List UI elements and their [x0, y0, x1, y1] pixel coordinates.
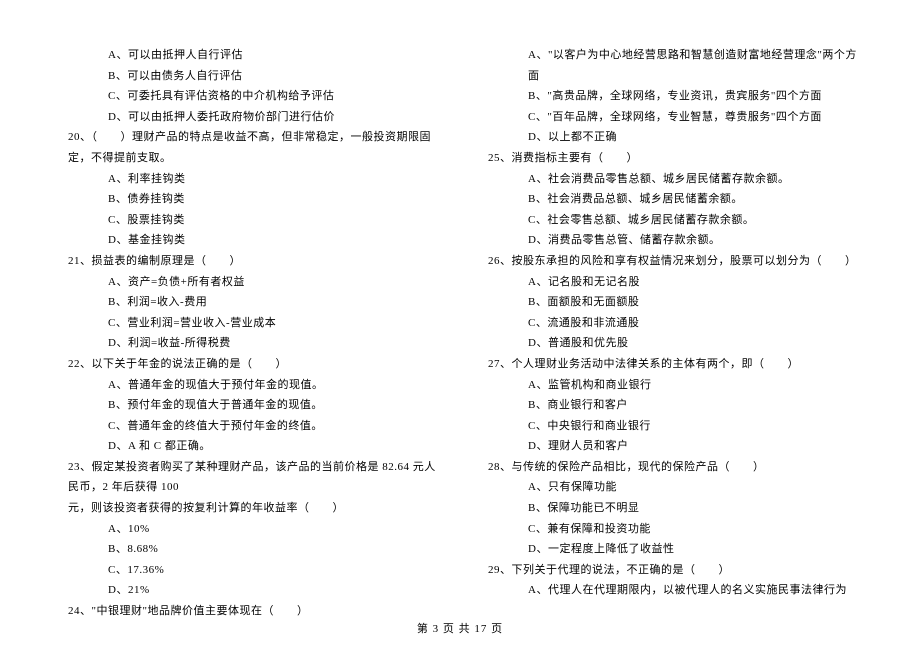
option-line: D、普通股和优先股 — [480, 333, 860, 354]
option-line: D、基金挂钩类 — [60, 230, 440, 251]
option-line: C、"百年品牌，全球网络，专业智慧，尊贵服务"四个方面 — [480, 107, 860, 128]
question-line: 21、损益表的编制原理是（ ） — [60, 251, 440, 272]
option-line: A、资产=负债+所有者权益 — [60, 272, 440, 293]
option-line: B、社会消费品总额、城乡居民储蓄余额。 — [480, 189, 860, 210]
option-line: A、监管机构和商业银行 — [480, 375, 860, 396]
option-line: B、预付年金的现值大于普通年金的现值。 — [60, 395, 440, 416]
option-line: A、"以客户为中心地经营思路和智慧创造财富地经营理念"两个方面 — [480, 45, 860, 86]
question-line: 24、"中银理财"地品牌价值主要体现在（ ） — [60, 601, 440, 622]
question-line: 22、以下关于年金的说法正确的是（ ） — [60, 354, 440, 375]
option-line: A、可以由抵押人自行评估 — [60, 45, 440, 66]
left-column: A、可以由抵押人自行评估B、可以由债务人自行评估C、可委托具有评估资格的中介机构… — [60, 45, 440, 615]
question-line: 26、按股东承担的风险和享有权益情况来划分，股票可以划分为（ ） — [480, 251, 860, 272]
option-line: C、股票挂钩类 — [60, 210, 440, 231]
option-line: B、8.68% — [60, 539, 440, 560]
option-line: B、债券挂钩类 — [60, 189, 440, 210]
option-line: D、一定程度上降低了收益性 — [480, 539, 860, 560]
question-line: 28、与传统的保险产品相比，现代的保险产品（ ） — [480, 457, 860, 478]
option-line: A、社会消费品零售总额、城乡居民储蓄存款余额。 — [480, 169, 860, 190]
question-line: 29、下列关于代理的说法，不正确的是（ ） — [480, 560, 860, 581]
option-line: B、保障功能已不明显 — [480, 498, 860, 519]
option-line: C、可委托具有评估资格的中介机构给予评估 — [60, 86, 440, 107]
option-line: D、A 和 C 都正确。 — [60, 436, 440, 457]
option-line: D、以上都不正确 — [480, 127, 860, 148]
option-line: C、流通股和非流通股 — [480, 313, 860, 334]
option-line: D、消费品零售总管、储蓄存款余额。 — [480, 230, 860, 251]
option-line: B、商业银行和客户 — [480, 395, 860, 416]
right-column: A、"以客户为中心地经营思路和智慧创造财富地经营理念"两个方面B、"高贵品牌，全… — [480, 45, 860, 615]
option-line: D、利润=收益-所得税费 — [60, 333, 440, 354]
option-line: A、10% — [60, 519, 440, 540]
option-line: C、普通年金的终值大于预付年金的终值。 — [60, 416, 440, 437]
option-line: B、可以由债务人自行评估 — [60, 66, 440, 87]
option-line: A、利率挂钩类 — [60, 169, 440, 190]
option-line: D、21% — [60, 580, 440, 601]
continuation-line: 元，则该投资者获得的按复利计算的年收益率（ ） — [60, 498, 440, 519]
option-line: B、"高贵品牌，全球网络，专业资讯，贵宾服务"四个方面 — [480, 86, 860, 107]
question-line: 25、消费指标主要有（ ） — [480, 148, 860, 169]
option-line: A、记名股和无记名股 — [480, 272, 860, 293]
page-footer: 第 3 页 共 17 页 — [0, 620, 920, 636]
question-line: 23、假定某投资者购买了某种理财产品，该产品的当前价格是 82.64 元人民币，… — [60, 457, 440, 498]
question-line: 27、个人理财业务活动中法律关系的主体有两个，即（ ） — [480, 354, 860, 375]
option-line: B、利润=收入-费用 — [60, 292, 440, 313]
option-line: C、17.36% — [60, 560, 440, 581]
option-line: A、只有保障功能 — [480, 477, 860, 498]
option-line: D、可以由抵押人委托政府物价部门进行估价 — [60, 107, 440, 128]
option-line: B、面额股和无面额股 — [480, 292, 860, 313]
option-line: C、社会零售总额、城乡居民储蓄存款余额。 — [480, 210, 860, 231]
option-line: A、普通年金的现值大于预付年金的现值。 — [60, 375, 440, 396]
option-line: C、兼有保障和投资功能 — [480, 519, 860, 540]
option-line: A、代理人在代理期限内，以被代理人的名义实施民事法律行为 — [480, 580, 860, 601]
option-line: C、中央银行和商业银行 — [480, 416, 860, 437]
option-line: D、理财人员和客户 — [480, 436, 860, 457]
content-columns: A、可以由抵押人自行评估B、可以由债务人自行评估C、可委托具有评估资格的中介机构… — [60, 45, 860, 615]
option-line: C、营业利润=营业收入-营业成本 — [60, 313, 440, 334]
question-line: 20、（ ）理财产品的特点是收益不高，但非常稳定，一般投资期限固定，不得提前支取… — [60, 127, 440, 168]
